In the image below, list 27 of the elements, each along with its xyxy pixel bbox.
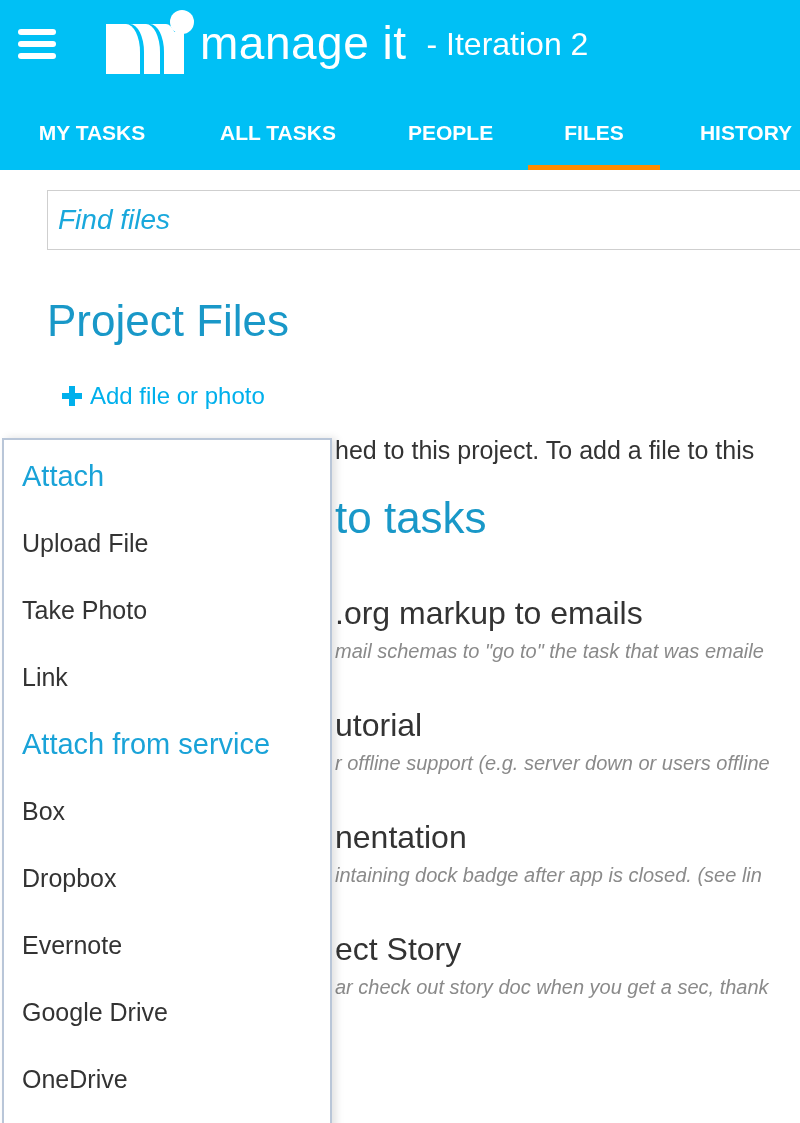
menu-item[interactable]: Evernote bbox=[4, 925, 330, 992]
menu-item[interactable]: OneDrive bbox=[4, 1059, 330, 1123]
page-title: Project Files bbox=[47, 296, 291, 346]
intro-text: hed to this project. To add a file to this bbox=[335, 436, 756, 465]
task-title[interactable]: nentation bbox=[335, 819, 800, 856]
menu-item[interactable]: Take Photo bbox=[4, 590, 330, 657]
menu-section-title: Attach from service bbox=[21, 727, 272, 762]
task-description: mail schemas to "go to" the task that was emaile bbox=[335, 640, 765, 663]
search-field[interactable]: Find files bbox=[47, 190, 800, 250]
plus-icon bbox=[62, 386, 82, 406]
iteration-title: - Iteration 2 bbox=[426, 25, 589, 63]
task-description: intaining dock badge after app is closed. (see lin bbox=[335, 864, 763, 887]
menu-item[interactable]: Dropbox bbox=[4, 858, 330, 925]
menu-section-title: Attach bbox=[21, 459, 106, 494]
task-title[interactable]: ect Story bbox=[335, 931, 800, 968]
menu-item[interactable]: Link bbox=[4, 657, 330, 724]
section-heading: to tasks bbox=[335, 493, 488, 543]
menu-item[interactable]: Box bbox=[4, 791, 330, 858]
task-description: ar check out story doc when you get a sec, thank bbox=[335, 976, 770, 999]
task-title[interactable]: utorial bbox=[335, 707, 800, 744]
menu-item[interactable]: Upload File bbox=[4, 523, 330, 590]
task-title[interactable]: .org markup to emails bbox=[335, 595, 800, 632]
menu-icon[interactable] bbox=[18, 29, 56, 59]
menu-item[interactable]: Google Drive bbox=[4, 992, 330, 1059]
logo-icon bbox=[106, 10, 194, 74]
app-name: manage it bbox=[200, 16, 407, 70]
task-description: r offline support (e.g. server down or users offline bbox=[335, 752, 771, 775]
